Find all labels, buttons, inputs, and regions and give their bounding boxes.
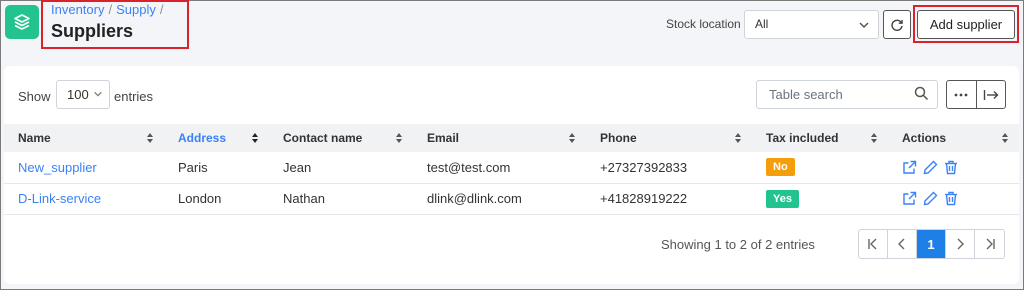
- entries-per-page-select[interactable]: 100: [56, 80, 110, 109]
- table-tools-group: [946, 80, 1006, 109]
- table-row: New_supplier Paris Jean test@test.com +2…: [4, 152, 1019, 184]
- chevron-left-icon: [898, 238, 905, 250]
- tax-included-cell: Yes: [752, 183, 888, 215]
- refresh-icon: [891, 19, 903, 31]
- tax-badge: No: [766, 158, 795, 177]
- phone-cell: +27327392833: [586, 152, 752, 184]
- edit-pencil-icon[interactable]: [923, 160, 938, 175]
- stock-location-select[interactable]: All: [744, 10, 879, 39]
- page-button-current[interactable]: 1: [917, 230, 946, 258]
- entries-value: 100: [67, 87, 89, 102]
- sort-icon: [569, 133, 575, 143]
- edit-pencil-icon[interactable]: [923, 191, 938, 206]
- refresh-button[interactable]: [883, 10, 911, 39]
- column-header-email[interactable]: Email: [413, 124, 586, 152]
- column-header-tax-included[interactable]: Tax included: [752, 124, 888, 152]
- open-external-icon[interactable]: [902, 160, 917, 175]
- trash-icon[interactable]: [944, 160, 958, 175]
- pagination: 1: [858, 229, 1005, 259]
- search-icon: [914, 86, 929, 101]
- add-supplier-button[interactable]: Add supplier: [917, 10, 1015, 39]
- supplier-name-link[interactable]: New_supplier: [4, 152, 164, 184]
- supplier-name-link[interactable]: D-Link-service: [4, 183, 164, 215]
- last-page-button[interactable]: [975, 230, 1004, 258]
- trash-icon[interactable]: [944, 191, 958, 206]
- suppliers-table: Name Address Contact name Email Phone Ta…: [4, 124, 1019, 215]
- sort-icon: [147, 133, 153, 143]
- actions-cell: [888, 183, 1019, 215]
- sort-icon: [396, 133, 402, 143]
- open-external-icon[interactable]: [902, 191, 917, 206]
- breadcrumb: Inventory / Supply /: [51, 2, 164, 17]
- next-page-button[interactable]: [946, 230, 975, 258]
- stock-location-value: All: [755, 17, 769, 31]
- chevrons-first-icon: [868, 238, 877, 250]
- column-header-actions[interactable]: Actions: [888, 124, 1019, 152]
- address-cell: Paris: [164, 152, 269, 184]
- column-header-contact-name[interactable]: Contact name: [269, 124, 413, 152]
- email-cell: test@test.com: [413, 152, 586, 184]
- stock-location-label: Stock location: [666, 17, 741, 31]
- table-header-row: Name Address Contact name Email Phone Ta…: [4, 124, 1019, 152]
- actions-cell: [888, 152, 1019, 184]
- entries-label: entries: [114, 89, 154, 104]
- previous-page-button[interactable]: [888, 230, 917, 258]
- arrow-right-to-line-icon: [983, 89, 999, 100]
- chevrons-last-icon: [986, 238, 995, 250]
- phone-cell: +41828919222: [586, 183, 752, 215]
- breadcrumb-supply[interactable]: Supply: [116, 2, 156, 17]
- more-options-button[interactable]: [947, 81, 977, 108]
- tax-badge: Yes: [766, 189, 799, 208]
- breadcrumb-inventory[interactable]: Inventory: [51, 2, 104, 17]
- suppliers-card: Show 100 entries Name Address Contact na…: [4, 66, 1019, 284]
- chevron-down-icon: [94, 91, 102, 97]
- page-title: Suppliers: [51, 21, 134, 41]
- address-cell: London: [164, 183, 269, 215]
- expand-columns-button[interactable]: [977, 81, 1006, 108]
- sort-icon: [735, 133, 741, 143]
- column-header-address[interactable]: Address: [164, 124, 269, 152]
- show-label: Show: [18, 89, 51, 104]
- sort-icon: [1002, 133, 1008, 143]
- table-row: D-Link-service London Nathan dlink@dlink…: [4, 183, 1019, 215]
- table-search-input[interactable]: [756, 80, 938, 109]
- contact-name-cell: Jean: [269, 152, 413, 184]
- more-horizontal-icon: [954, 93, 968, 96]
- column-header-phone[interactable]: Phone: [586, 124, 752, 152]
- chevron-right-icon: [957, 238, 964, 250]
- chevron-down-icon: [859, 22, 869, 29]
- sort-icon: [871, 133, 877, 143]
- inventory-module-icon[interactable]: [5, 5, 39, 39]
- column-header-name[interactable]: Name: [4, 124, 164, 152]
- contact-name-cell: Nathan: [269, 183, 413, 215]
- email-cell: dlink@dlink.com: [413, 183, 586, 215]
- first-page-button[interactable]: [859, 230, 888, 258]
- pagination-info: Showing 1 to 2 of 2 entries: [661, 237, 815, 252]
- tax-included-cell: No: [752, 152, 888, 184]
- sort-icon: [252, 133, 258, 143]
